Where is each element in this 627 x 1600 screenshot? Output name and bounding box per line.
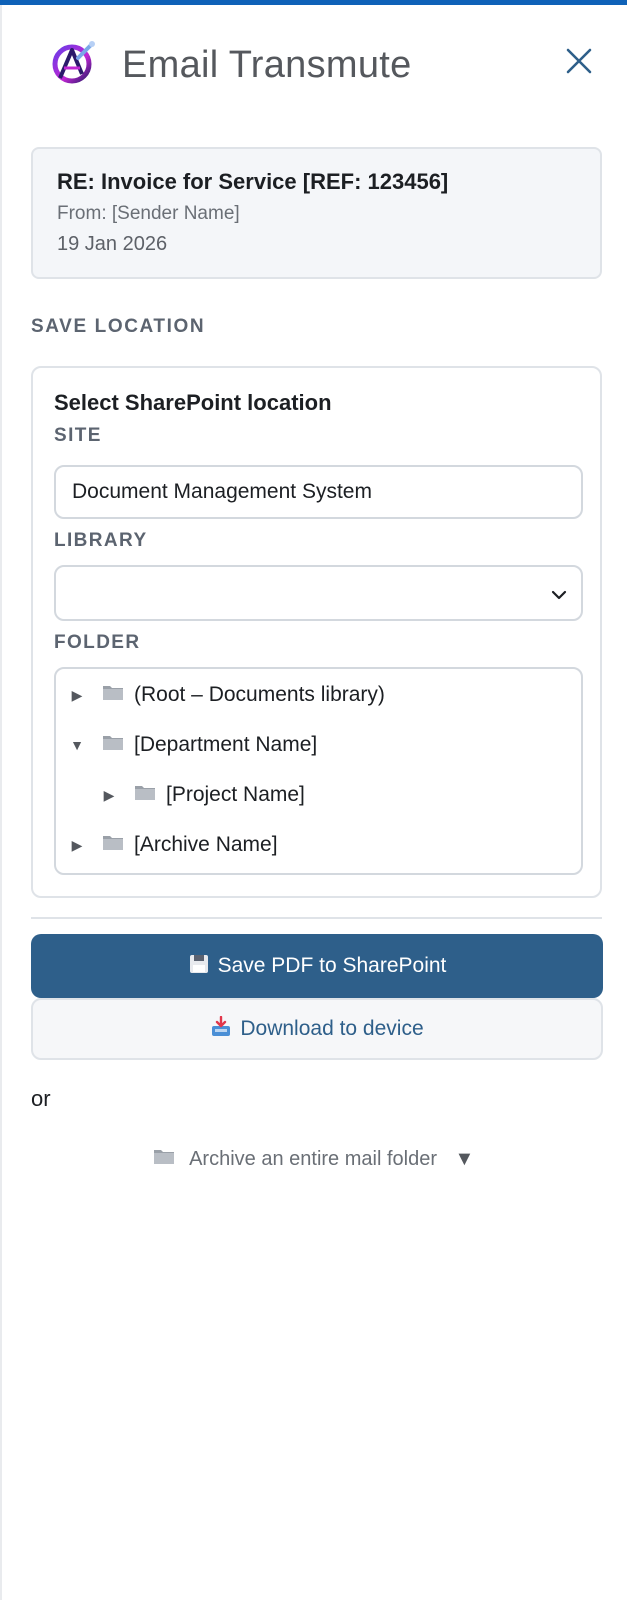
triangle-down-icon: ▼	[454, 1148, 475, 1170]
app-title: Email Transmute	[122, 44, 412, 86]
email-subject: RE: Invoice for Service [REF: 123456]	[57, 169, 449, 194]
sharepoint-location-card: Select SharePoint location SITE LIBRARY …	[31, 366, 602, 898]
download-tray-icon	[212, 1016, 231, 1036]
app-header: Email Transmute	[0, 30, 627, 106]
folder-icon	[103, 836, 123, 850]
site-label: SITE	[54, 425, 102, 446]
site-input[interactable]	[54, 465, 583, 519]
expand-toggle-icon[interactable]: ▶	[68, 687, 86, 704]
save-pdf-button[interactable]: Save PDF to SharePoint	[31, 934, 603, 998]
section-divider	[31, 917, 602, 919]
folder-icon	[103, 736, 123, 750]
floppy-disk-icon	[189, 955, 208, 973]
close-button[interactable]	[562, 44, 596, 78]
folder-icon	[153, 1149, 174, 1164]
left-edge	[0, 5, 2, 1600]
email-sender: From: [Sender Name]	[57, 203, 240, 224]
library-label: LIBRARY	[54, 530, 148, 551]
folder-tree: ▶ (Root – Documents library) ▼ [Departme…	[54, 667, 583, 875]
close-icon	[566, 48, 592, 74]
folder-item-label: [Department Name]	[134, 733, 318, 756]
download-label: Download to device	[240, 1017, 424, 1040]
app-logo-icon	[52, 41, 95, 84]
folder-item-label: [Project Name]	[166, 783, 305, 806]
save-location-title: SAVE LOCATION	[31, 316, 206, 337]
save-pdf-label: Save PDF to SharePoint	[217, 954, 447, 977]
folder-item-project[interactable]: ▶ [Project Name]	[100, 777, 305, 813]
folder-icon	[103, 686, 123, 700]
or-separator: or	[31, 1086, 51, 1111]
archive-folder-label: Archive an entire mail folder	[189, 1148, 437, 1170]
location-heading: Select SharePoint location	[54, 390, 332, 415]
archive-folder-toggle[interactable]: Archive an entire mail folder ▼	[0, 1148, 627, 1171]
expand-toggle-icon[interactable]: ▶	[68, 837, 86, 854]
collapse-toggle-icon[interactable]: ▼	[68, 737, 86, 753]
chevron-down-icon	[551, 590, 567, 600]
library-select[interactable]	[54, 565, 583, 621]
folder-item-department[interactable]: ▼ [Department Name]	[68, 727, 317, 763]
expand-toggle-icon[interactable]: ▶	[100, 787, 118, 804]
download-button[interactable]: Download to device	[31, 998, 603, 1060]
folder-icon	[135, 786, 155, 800]
email-summary-card: RE: Invoice for Service [REF: 123456] Fr…	[31, 147, 602, 279]
folder-item-root[interactable]: ▶ (Root – Documents library)	[68, 677, 385, 713]
folder-label: FOLDER	[54, 632, 141, 653]
folder-item-label: (Root – Documents library)	[134, 683, 385, 706]
folder-item-label: [Archive Name]	[134, 833, 278, 856]
folder-item-archive[interactable]: ▶ [Archive Name]	[68, 827, 278, 863]
top-accent-bar	[0, 0, 627, 5]
email-date: 19 Jan 2026	[57, 233, 168, 255]
